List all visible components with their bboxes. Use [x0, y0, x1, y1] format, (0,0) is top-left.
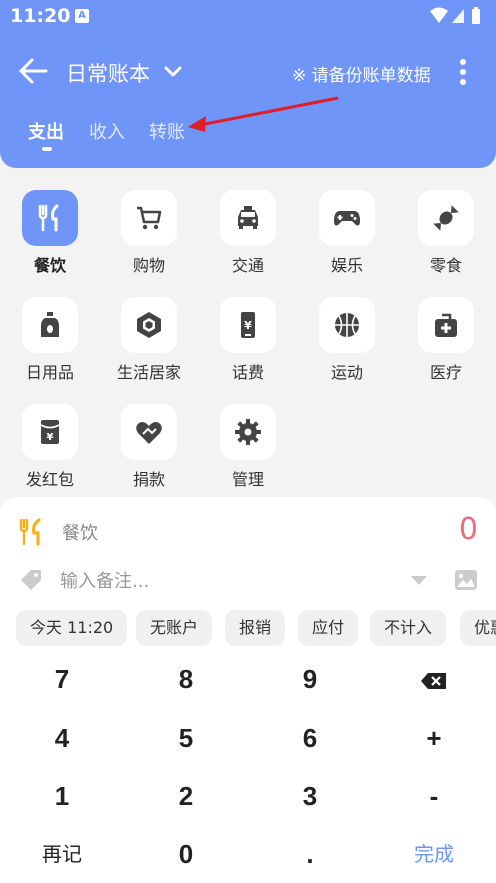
category-phone-bill[interactable]: ¥ 话费: [208, 297, 288, 393]
category-sports[interactable]: 运动: [307, 297, 387, 393]
key-2[interactable]: 2: [124, 767, 248, 825]
annotation-arrow: [188, 96, 339, 132]
key-3[interactable]: 3: [248, 767, 372, 825]
category-manage[interactable]: 管理: [208, 404, 288, 500]
category-label: 运动: [330, 363, 363, 382]
chevron-down-icon[interactable]: [162, 60, 184, 82]
category-label: 捐款: [132, 470, 165, 489]
category-label: 日用品: [25, 363, 74, 382]
tag-icon: [21, 570, 41, 590]
donate-heart-icon: [121, 404, 177, 460]
key-minus[interactable]: -: [372, 767, 496, 825]
house-cube-icon: [121, 297, 177, 353]
notification-a-icon: A: [75, 9, 89, 23]
note-input[interactable]: [60, 566, 390, 596]
key-5[interactable]: 5: [124, 709, 248, 767]
cart-icon: [121, 190, 177, 246]
key-8[interactable]: 8: [124, 650, 248, 708]
category-label: 购物: [132, 256, 165, 275]
svg-text:¥: ¥: [244, 319, 252, 332]
key-0[interactable]: 0: [124, 825, 248, 883]
category-label: 娱乐: [330, 256, 363, 275]
fork-knife-icon: [22, 190, 78, 246]
bottle-icon: [22, 297, 78, 353]
chip-payable[interactable]: 应付: [298, 610, 359, 646]
record-again-button[interactable]: 再记: [0, 825, 124, 883]
category-donation[interactable]: 捐款: [109, 404, 189, 500]
basketball-icon: [319, 297, 375, 353]
chip-account[interactable]: 无账户: [136, 610, 213, 646]
chip-date-time[interactable]: 今天 11:20: [16, 610, 128, 646]
category-medical[interactable]: 医疗: [406, 297, 486, 393]
category-red-packet[interactable]: ¥ 发红包: [10, 404, 90, 500]
back-arrow-icon[interactable]: [16, 56, 50, 86]
key-1[interactable]: 1: [0, 767, 124, 825]
tab-expense[interactable]: 支出: [28, 118, 64, 144]
tab-indicator: [42, 147, 52, 151]
category-home-living[interactable]: 生活居家: [109, 297, 189, 393]
gamepad-icon: [319, 190, 375, 246]
category-snacks[interactable]: 零食: [406, 190, 486, 286]
image-icon[interactable]: [453, 567, 479, 593]
done-button[interactable]: 完成: [372, 825, 496, 883]
gear-icon: [220, 404, 276, 460]
candy-icon: [418, 190, 474, 246]
key-7[interactable]: 7: [0, 650, 124, 708]
status-bar: 11:20 A: [0, 0, 496, 34]
category-label: 医疗: [429, 363, 462, 382]
amount-display: 0: [458, 512, 478, 547]
category-label: 零食: [429, 256, 462, 275]
selected-category-name: 餐饮: [62, 523, 98, 544]
category-entertainment[interactable]: 娱乐: [307, 190, 387, 286]
taxi-icon: [220, 190, 276, 246]
svg-text:¥: ¥: [47, 432, 54, 443]
category-label: 话费: [231, 363, 264, 382]
chip-reimburse[interactable]: 报销: [225, 610, 286, 646]
category-label: 交通: [231, 256, 264, 275]
key-plus[interactable]: +: [372, 709, 496, 767]
wifi-signal-battery-icon: [430, 7, 480, 24]
key-9[interactable]: 9: [248, 650, 372, 708]
backspace-key[interactable]: [372, 650, 496, 708]
more-vertical-icon[interactable]: [452, 56, 474, 88]
chip-discount[interactable]: 优惠: [460, 610, 496, 646]
category-daily-goods[interactable]: 日用品: [10, 297, 90, 393]
medical-kit-icon: [418, 297, 474, 353]
phone-bill-icon: ¥: [220, 297, 276, 353]
book-title[interactable]: 日常账本: [66, 58, 150, 88]
status-time: 11:20: [10, 5, 71, 27]
fork-knife-icon: [19, 518, 41, 546]
category-label: 管理: [231, 470, 264, 489]
red-packet-icon: ¥: [22, 404, 78, 460]
backspace-icon: [421, 673, 446, 690]
backup-tip-link[interactable]: ※ 请备份账单数据: [292, 61, 431, 86]
key-4[interactable]: 4: [0, 709, 124, 767]
category-label: 餐饮: [33, 256, 66, 275]
key-dot[interactable]: .: [248, 825, 372, 883]
category-label: 发红包: [25, 470, 74, 489]
key-6[interactable]: 6: [248, 709, 372, 767]
caret-down-icon[interactable]: [410, 574, 428, 586]
tab-income[interactable]: 收入: [89, 118, 125, 144]
category-shopping[interactable]: 购物: [109, 190, 189, 286]
category-label: 生活居家: [116, 363, 181, 382]
category-transport[interactable]: 交通: [208, 190, 288, 286]
category-dining[interactable]: 餐饮: [10, 190, 90, 286]
chip-exclude[interactable]: 不计入: [370, 610, 447, 646]
